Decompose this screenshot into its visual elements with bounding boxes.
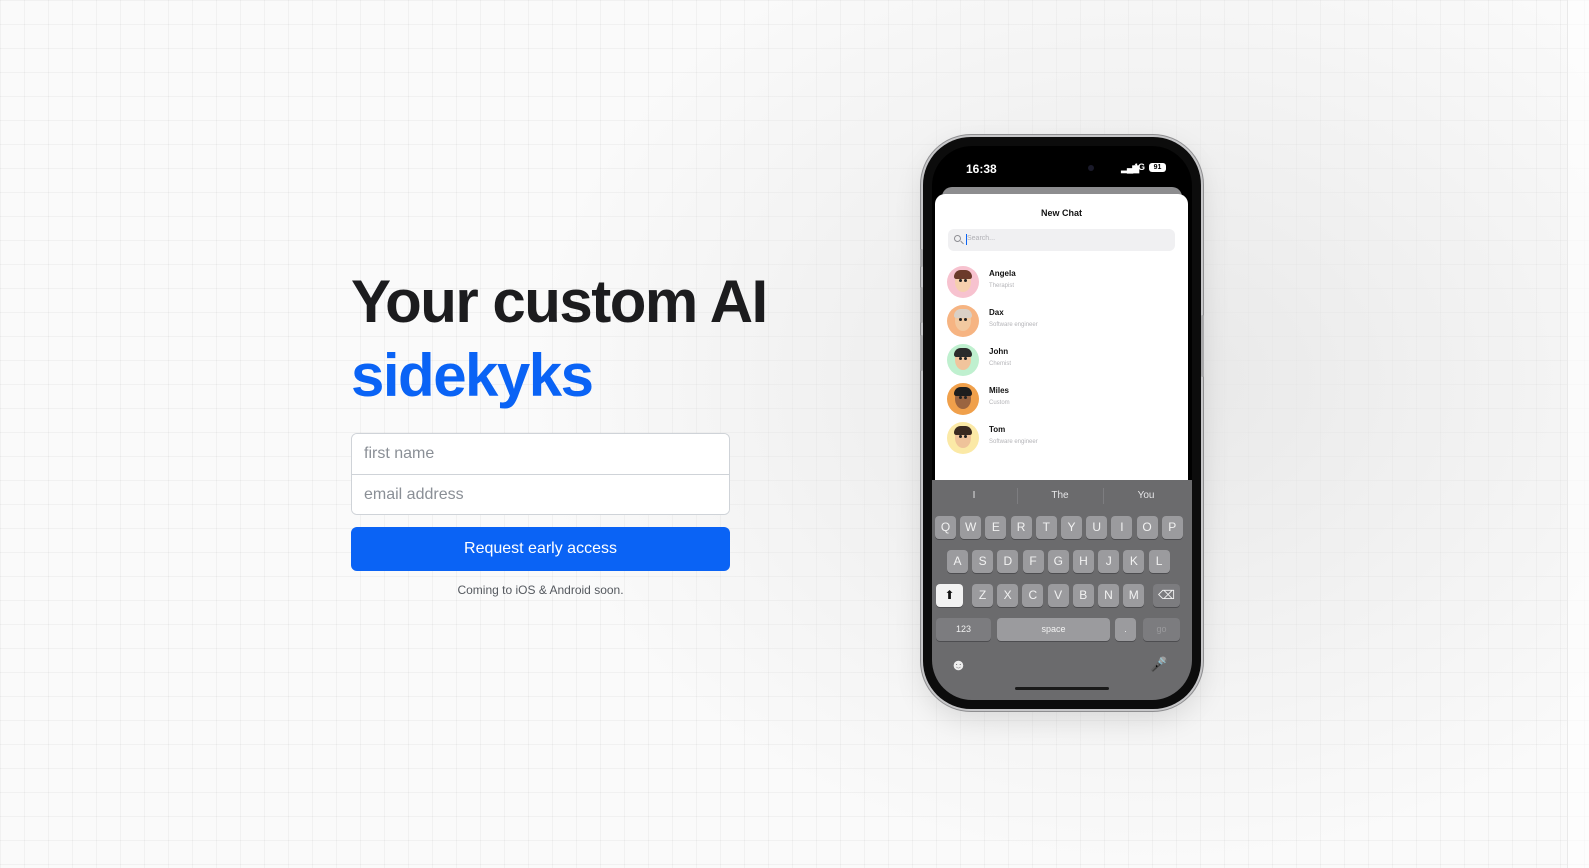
- key-b[interactable]: B: [1072, 584, 1094, 607]
- avatar-hair: [954, 387, 972, 396]
- status-bar: 16:38 ▂▄▆ 4G 91: [932, 146, 1192, 192]
- phone-screen: 16:38 ▂▄▆ 4G 91 New Chat Search... Angel…: [932, 146, 1192, 700]
- suggestion-3[interactable]: You: [1104, 490, 1188, 501]
- key-u[interactable]: U: [1086, 516, 1108, 539]
- contact-list: Angela Therapist Dax Software engineer John C…: [947, 266, 1177, 461]
- key-z[interactable]: Z: [972, 584, 993, 607]
- early-access-form: Request early access Coming to iOS & And…: [351, 433, 730, 597]
- key-x[interactable]: X: [997, 584, 1019, 607]
- key-h[interactable]: H: [1073, 550, 1094, 573]
- search-placeholder: Search...: [967, 235, 996, 242]
- contact-name: Tom: [989, 425, 1006, 434]
- phone-volume-up: [920, 287, 923, 323]
- key-k[interactable]: K: [1123, 550, 1145, 573]
- period-key[interactable]: .: [1115, 618, 1136, 641]
- avatar-hair: [954, 270, 972, 279]
- key-c[interactable]: C: [1022, 584, 1044, 607]
- new-chat-sheet: New Chat Search... Angela Therapist Dax Sof…: [935, 194, 1188, 494]
- contact-name: Miles: [989, 386, 1010, 395]
- suggestion-bar: I The You: [932, 480, 1192, 510]
- avatar: [947, 266, 979, 298]
- phone-power-button: [1201, 315, 1204, 377]
- suggestion-1[interactable]: I: [932, 490, 1016, 501]
- key-i[interactable]: I: [1111, 516, 1133, 539]
- go-key[interactable]: go: [1143, 618, 1180, 641]
- contact-item[interactable]: Dax Software engineer: [947, 305, 1177, 344]
- key-a[interactable]: A: [947, 550, 968, 573]
- key-p[interactable]: P: [1161, 516, 1183, 539]
- key-g[interactable]: G: [1047, 550, 1069, 573]
- contact-name: Dax: [989, 308, 1004, 317]
- key-v[interactable]: V: [1047, 584, 1069, 607]
- phone-action-button: [920, 249, 923, 267]
- page-scrollbar[interactable]: [1567, 0, 1589, 868]
- phone-volume-down: [920, 335, 923, 371]
- avatar-hair: [954, 426, 972, 435]
- key-q[interactable]: Q: [935, 516, 956, 539]
- onscreen-keyboard: I The You Q W E R T Y U I O P A S D F G H J K L ⬆ Z X C V B N M ⌫ 12…: [932, 480, 1192, 700]
- avatar: [947, 383, 979, 415]
- email-input[interactable]: [352, 474, 729, 514]
- avatar: [947, 344, 979, 376]
- dynamic-island: [1022, 156, 1108, 180]
- contact-role: Software engineer: [989, 439, 1038, 445]
- field-group: [351, 433, 730, 515]
- search-icon: [954, 235, 961, 242]
- contact-item[interactable]: John Chemist: [947, 344, 1177, 383]
- contact-role: Software engineer: [989, 322, 1038, 328]
- contact-name: Angela: [989, 269, 1016, 278]
- key-f[interactable]: F: [1022, 550, 1044, 573]
- key-n[interactable]: N: [1098, 584, 1119, 607]
- headline-brand: sidekyks: [351, 342, 594, 409]
- contact-item[interactable]: Angela Therapist: [947, 266, 1177, 305]
- key-l[interactable]: L: [1148, 550, 1170, 573]
- contact-item[interactable]: Tom Software engineer: [947, 422, 1177, 461]
- avatar: [947, 422, 979, 454]
- shift-key-icon[interactable]: ⬆: [936, 584, 963, 607]
- request-access-button[interactable]: Request early access: [351, 527, 730, 571]
- key-m[interactable]: M: [1123, 584, 1145, 607]
- battery-icon: 91: [1149, 163, 1166, 172]
- contact-role: Chemist: [989, 361, 1012, 367]
- contact-role: Therapist: [989, 283, 1015, 289]
- key-e[interactable]: E: [985, 516, 1007, 539]
- suggestion-2[interactable]: The: [1018, 490, 1102, 501]
- status-time: 16:38: [966, 162, 997, 176]
- key-w[interactable]: W: [960, 516, 982, 539]
- platform-note: Coming to iOS & Android soon.: [457, 583, 624, 597]
- contact-role: Custom: [989, 400, 1010, 406]
- avatar: [947, 305, 979, 337]
- avatar-hair: [954, 348, 972, 357]
- space-key[interactable]: space: [997, 618, 1110, 641]
- key-d[interactable]: D: [997, 550, 1019, 573]
- headline-line1: Your custom AI: [351, 268, 768, 335]
- headline: Your custom AI sidekyks: [351, 265, 791, 413]
- network-type: 4G: [1133, 162, 1146, 172]
- numbers-key[interactable]: 123: [936, 618, 991, 641]
- sheet-title: New Chat: [1040, 208, 1082, 218]
- key-s[interactable]: S: [972, 550, 994, 573]
- home-indicator: [1015, 687, 1109, 690]
- contact-name: John: [989, 347, 1009, 356]
- contact-search-input[interactable]: Search...: [948, 229, 1175, 251]
- microphone-icon[interactable]: 🎤: [1150, 656, 1167, 673]
- key-r[interactable]: R: [1010, 516, 1032, 539]
- emoji-icon[interactable]: ☻: [950, 657, 967, 675]
- first-name-input[interactable]: [352, 434, 729, 474]
- phone-mockup: 16:38 ▂▄▆ 4G 91 New Chat Search... Angel…: [920, 137, 1204, 709]
- key-t[interactable]: T: [1035, 516, 1057, 539]
- key-o[interactable]: O: [1136, 516, 1158, 539]
- key-y[interactable]: Y: [1061, 516, 1082, 539]
- key-j[interactable]: J: [1098, 550, 1120, 573]
- avatar-hair: [954, 309, 972, 318]
- backspace-key-icon[interactable]: ⌫: [1153, 584, 1180, 607]
- contact-item[interactable]: Miles Custom: [947, 383, 1177, 422]
- hero-section: Your custom AI sidekyks Request early ac…: [351, 265, 791, 597]
